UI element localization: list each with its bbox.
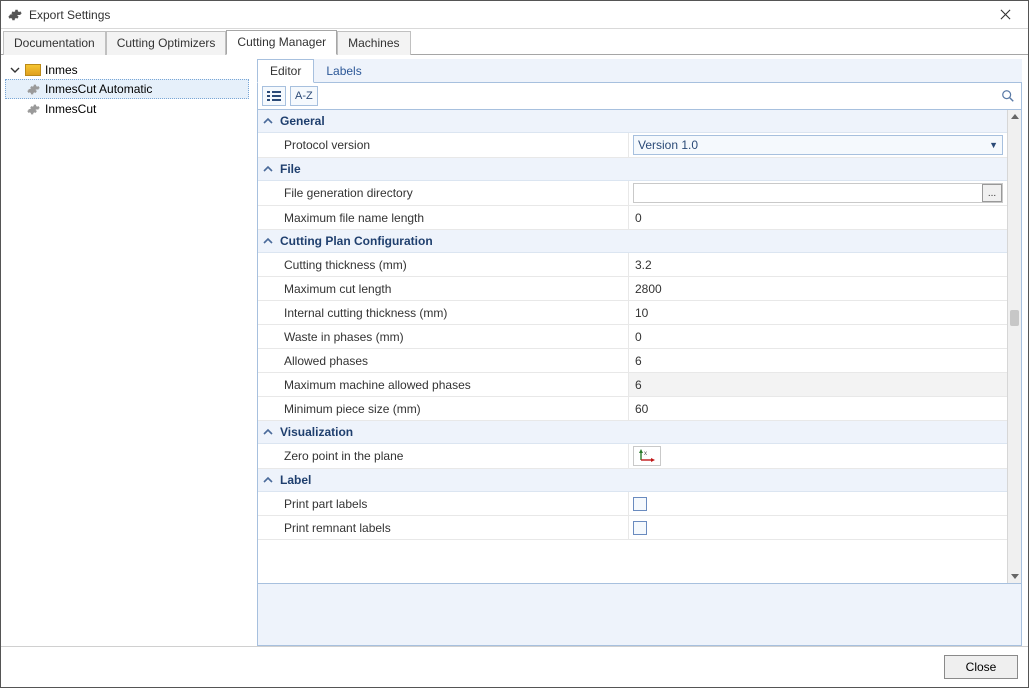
property-grid: General Protocol version Version 1.0 ▼ F… [258,110,1007,583]
label-print-remnant: Print remnant labels [258,516,629,539]
section-file[interactable]: File [258,158,1007,181]
label-internal-thickness: Internal cutting thickness (mm) [258,301,629,324]
close-button[interactable]: Close [944,655,1018,679]
main-tabs: Documentation Cutting Optimizers Cutting… [1,29,1028,55]
label-protocol-version: Protocol version [258,133,629,157]
inner-tabs: Editor Labels [257,59,1022,83]
checkbox-print-part[interactable] [633,497,647,511]
label-min-piece-size: Minimum piece size (mm) [258,397,629,420]
brand-icon [25,64,41,76]
tree-item-inmescut[interactable]: InmesCut [5,99,249,119]
input-max-machine-phases [633,376,1003,394]
main-area: Inmes InmesCut Automatic InmesCut Editor… [1,55,1028,646]
property-toolbar: A-Z [257,83,1022,110]
sidebar: Inmes InmesCut Automatic InmesCut [1,55,253,646]
gear-icon [25,101,41,117]
input-cutting-thickness[interactable] [633,256,1003,274]
property-search[interactable] [322,86,1017,106]
dropdown-value: Version 1.0 [638,138,698,152]
chevron-up-icon [262,115,274,127]
categorized-view-button[interactable] [262,86,286,106]
row-max-cut-length: Maximum cut length [258,277,1007,301]
tree-root-label: Inmes [45,63,78,77]
checkbox-print-remnant[interactable] [633,521,647,535]
label-max-cut-length: Maximum cut length [258,277,629,300]
row-cutting-thickness: Cutting thickness (mm) [258,253,1007,277]
tree-item-inmescut-automatic[interactable]: InmesCut Automatic [5,79,249,99]
row-print-remnant-labels: Print remnant labels [258,516,1007,540]
titlebar: Export Settings [1,1,1028,29]
tab-documentation[interactable]: Documentation [3,31,106,55]
tree-item-label: InmesCut [45,102,96,116]
gear-icon [25,81,41,97]
section-title: Label [280,473,311,487]
alphabetical-view-button[interactable]: A-Z [290,86,318,106]
input-waste-phases[interactable] [633,328,1003,346]
svg-text:x: x [644,451,647,457]
vertical-scrollbar[interactable] [1007,110,1021,583]
label-allowed-phases: Allowed phases [258,349,629,372]
chevron-up-icon [262,474,274,486]
scrollbar-thumb[interactable] [1010,310,1019,326]
tree-root-inmes[interactable]: Inmes [5,61,249,79]
row-print-part-labels: Print part labels [258,492,1007,516]
tab-cutting-manager[interactable]: Cutting Manager [226,30,337,55]
tab-cutting-optimizers[interactable]: Cutting Optimizers [106,31,227,55]
tree-item-label: InmesCut Automatic [45,82,152,96]
inner-tab-labels[interactable]: Labels [314,60,373,82]
window-close-button[interactable] [984,2,1026,28]
dropdown-protocol-version[interactable]: Version 1.0 ▼ [633,135,1003,155]
row-max-machine-phases: Maximum machine allowed phases [258,373,1007,397]
inner-tab-editor[interactable]: Editor [257,59,314,83]
label-file-directory: File generation directory [258,181,629,205]
row-allowed-phases: Allowed phases [258,349,1007,373]
collapse-icon[interactable] [9,64,21,76]
section-title: File [280,162,301,176]
input-allowed-phases[interactable] [633,352,1003,370]
row-waste-phases: Waste in phases (mm) [258,325,1007,349]
zero-point-picker[interactable]: x [633,446,661,466]
section-cutting-plan[interactable]: Cutting Plan Configuration [258,230,1007,253]
browse-button[interactable]: ... [982,184,1002,202]
label-waste-phases: Waste in phases (mm) [258,325,629,348]
label-zero-point: Zero point in the plane [258,444,629,468]
section-label[interactable]: Label [258,469,1007,492]
chevron-up-icon [262,426,274,438]
label-print-part: Print part labels [258,492,629,515]
label-cutting-thickness: Cutting thickness (mm) [258,253,629,276]
input-max-filename[interactable] [633,209,1003,227]
file-directory-text[interactable] [634,184,982,202]
row-min-piece-size: Minimum piece size (mm) [258,397,1007,421]
input-file-directory[interactable]: ... [633,183,1003,203]
section-title: Cutting Plan Configuration [280,234,433,248]
property-description-panel [257,584,1022,646]
chevron-up-icon [262,235,274,247]
section-title: General [280,114,325,128]
input-internal-thickness[interactable] [633,304,1003,322]
editor-panel: Editor Labels A-Z [253,55,1028,646]
row-file-directory: File generation directory ... [258,181,1007,206]
tab-machines[interactable]: Machines [337,31,410,55]
dialog-footer: Close [1,646,1028,687]
gear-icon [7,7,23,23]
section-visualization[interactable]: Visualization [258,421,1007,444]
chevron-up-icon [262,163,274,175]
row-max-filename: Maximum file name length [258,206,1007,230]
row-zero-point: Zero point in the plane x [258,444,1007,469]
label-max-machine-phases: Maximum machine allowed phases [258,373,629,396]
row-internal-thickness: Internal cutting thickness (mm) [258,301,1007,325]
section-general[interactable]: General [258,110,1007,133]
chevron-down-icon: ▼ [989,140,998,150]
input-min-piece-size[interactable] [633,400,1003,418]
label-max-filename: Maximum file name length [258,206,629,229]
section-title: Visualization [280,425,353,439]
input-max-cut-length[interactable] [633,280,1003,298]
row-protocol-version: Protocol version Version 1.0 ▼ [258,133,1007,158]
window-title: Export Settings [29,8,984,22]
search-icon [1001,89,1017,103]
